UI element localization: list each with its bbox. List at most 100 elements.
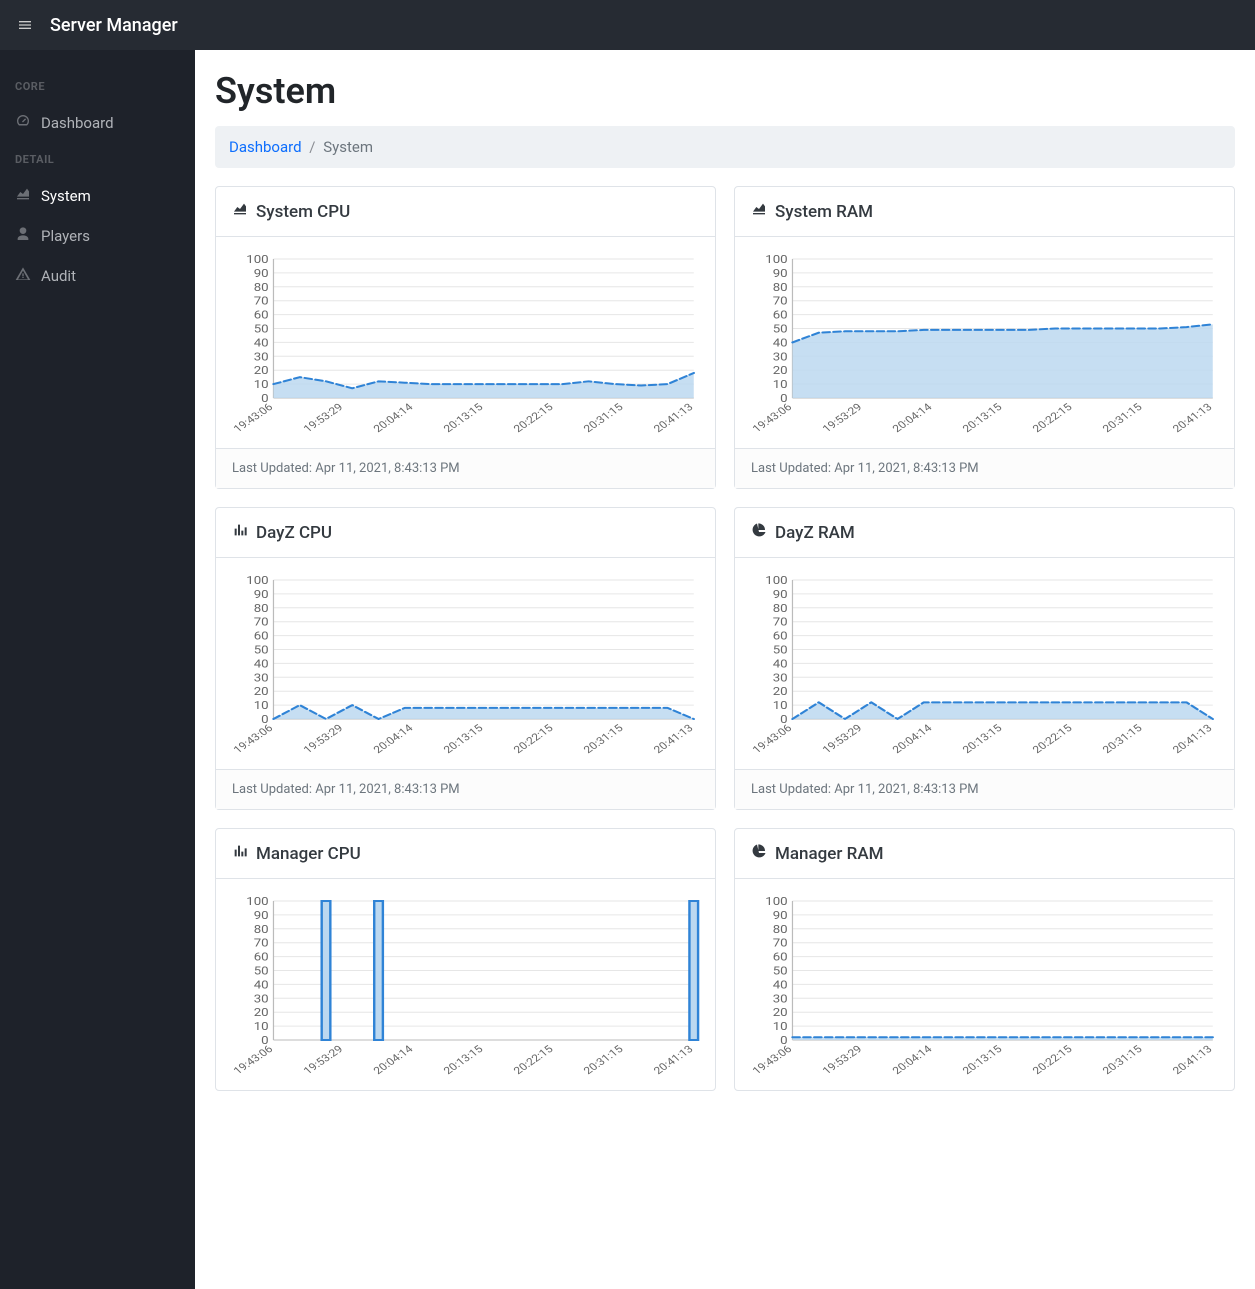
svg-text:20:13:15: 20:13:15 (441, 401, 486, 435)
breadcrumb-root-link[interactable]: Dashboard (229, 138, 302, 156)
pie-chart-icon (751, 522, 767, 543)
svg-text:19:53:29: 19:53:29 (820, 722, 865, 756)
svg-text:19:53:29: 19:53:29 (820, 401, 865, 435)
svg-text:60: 60 (254, 630, 269, 643)
svg-text:70: 70 (254, 616, 269, 629)
svg-text:50: 50 (773, 323, 788, 336)
svg-text:20:31:15: 20:31:15 (1100, 1043, 1145, 1077)
card-header: System CPU (216, 187, 715, 237)
svg-text:30: 30 (773, 992, 788, 1005)
svg-text:20:13:15: 20:13:15 (441, 722, 486, 756)
chart-system-cpu: 010203040506070809010019:43:0619:53:2920… (230, 253, 701, 438)
pie-chart-icon (751, 843, 767, 864)
card-header: DayZ RAM (735, 508, 1234, 558)
svg-text:10: 10 (254, 699, 269, 712)
card-body: 010203040506070809010019:43:0619:53:2920… (735, 237, 1234, 448)
svg-text:50: 50 (254, 323, 269, 336)
card-footer: Last Updated: Apr 11, 2021, 8:43:13 PM (735, 448, 1234, 488)
svg-text:20:04:14: 20:04:14 (890, 401, 935, 435)
svg-text:80: 80 (254, 923, 269, 936)
svg-text:20:13:15: 20:13:15 (960, 401, 1005, 435)
svg-text:60: 60 (773, 630, 788, 643)
svg-text:19:43:06: 19:43:06 (231, 1043, 276, 1077)
svg-text:20:31:15: 20:31:15 (581, 722, 626, 756)
svg-text:10: 10 (254, 378, 269, 391)
app-title: Server Manager (50, 15, 178, 36)
svg-text:20:31:15: 20:31:15 (1100, 401, 1145, 435)
svg-text:90: 90 (254, 909, 269, 922)
svg-text:30: 30 (773, 671, 788, 684)
svg-text:80: 80 (773, 602, 788, 615)
svg-text:20:41:13: 20:41:13 (651, 1043, 696, 1077)
chart-dayz-ram: 010203040506070809010019:43:0619:53:2920… (749, 574, 1220, 759)
svg-text:70: 70 (773, 295, 788, 308)
svg-text:60: 60 (773, 309, 788, 322)
svg-text:70: 70 (773, 937, 788, 950)
svg-text:20:22:15: 20:22:15 (1030, 401, 1075, 435)
svg-text:20:13:15: 20:13:15 (960, 1043, 1005, 1077)
svg-text:40: 40 (773, 336, 788, 349)
svg-text:50: 50 (773, 644, 788, 657)
svg-text:19:43:06: 19:43:06 (231, 722, 276, 756)
card-title: DayZ CPU (256, 523, 332, 543)
svg-text:20:04:14: 20:04:14 (371, 1043, 416, 1077)
svg-text:10: 10 (773, 1020, 788, 1033)
svg-text:19:53:29: 19:53:29 (301, 722, 346, 756)
svg-text:40: 40 (254, 657, 269, 670)
sidebar-item-dashboard[interactable]: Dashboard (0, 103, 195, 143)
sidebar-item-system[interactable]: System (0, 176, 195, 216)
svg-text:40: 40 (254, 336, 269, 349)
card-dayz-cpu: DayZ CPU010203040506070809010019:43:0619… (215, 507, 716, 810)
svg-text:60: 60 (773, 951, 788, 964)
svg-text:100: 100 (246, 574, 269, 587)
svg-text:90: 90 (254, 267, 269, 280)
sidebar-item-players[interactable]: Players (0, 216, 195, 256)
svg-text:20:13:15: 20:13:15 (960, 722, 1005, 756)
card-header: DayZ CPU (216, 508, 715, 558)
svg-text:40: 40 (254, 978, 269, 991)
svg-text:20:04:14: 20:04:14 (890, 722, 935, 756)
svg-text:70: 70 (254, 937, 269, 950)
sidebar-section-label: CORE (0, 70, 195, 103)
svg-text:100: 100 (765, 895, 788, 908)
svg-text:100: 100 (765, 253, 788, 266)
area-chart-icon (751, 201, 767, 222)
svg-text:20:41:13: 20:41:13 (1170, 722, 1215, 756)
bar-chart-icon (232, 843, 248, 864)
sidebar-item-audit[interactable]: Audit (0, 256, 195, 296)
svg-text:50: 50 (254, 965, 269, 978)
card-system-cpu: System CPU010203040506070809010019:43:06… (215, 186, 716, 489)
menu-toggle-button[interactable] (10, 10, 40, 40)
svg-text:20: 20 (254, 685, 269, 698)
svg-text:19:43:06: 19:43:06 (231, 401, 276, 435)
svg-text:40: 40 (773, 978, 788, 991)
chart-dayz-cpu: 010203040506070809010019:43:0619:53:2920… (230, 574, 701, 759)
area-chart-icon (232, 201, 248, 222)
svg-text:20:13:15: 20:13:15 (441, 1043, 486, 1077)
card-footer: Last Updated: Apr 11, 2021, 8:43:13 PM (735, 769, 1234, 809)
sidebar-item-label: System (41, 187, 91, 205)
card-title: DayZ RAM (775, 523, 855, 543)
sidebar-section-label: DETAIL (0, 143, 195, 176)
sidebar-item-label: Players (41, 227, 90, 245)
svg-text:19:53:29: 19:53:29 (820, 1043, 865, 1077)
svg-text:20:31:15: 20:31:15 (581, 1043, 626, 1077)
svg-text:70: 70 (254, 295, 269, 308)
hamburger-icon (17, 17, 33, 33)
svg-text:70: 70 (773, 616, 788, 629)
card-title: System CPU (256, 202, 350, 222)
svg-text:60: 60 (254, 951, 269, 964)
svg-text:19:53:29: 19:53:29 (301, 401, 346, 435)
svg-text:50: 50 (773, 965, 788, 978)
card-body: 010203040506070809010019:43:0619:53:2920… (216, 879, 715, 1090)
breadcrumb-separator: / (309, 138, 315, 156)
svg-text:40: 40 (773, 657, 788, 670)
svg-text:20: 20 (773, 685, 788, 698)
main-content: System Dashboard / System System CPU0102… (195, 50, 1255, 1289)
tachometer-icon (15, 113, 31, 133)
svg-text:10: 10 (773, 699, 788, 712)
card-manager-ram: Manager RAM010203040506070809010019:43:0… (734, 828, 1235, 1091)
card-footer: Last Updated: Apr 11, 2021, 8:43:13 PM (216, 769, 715, 809)
page-title: System (215, 70, 1235, 112)
svg-text:19:43:06: 19:43:06 (750, 1043, 795, 1077)
